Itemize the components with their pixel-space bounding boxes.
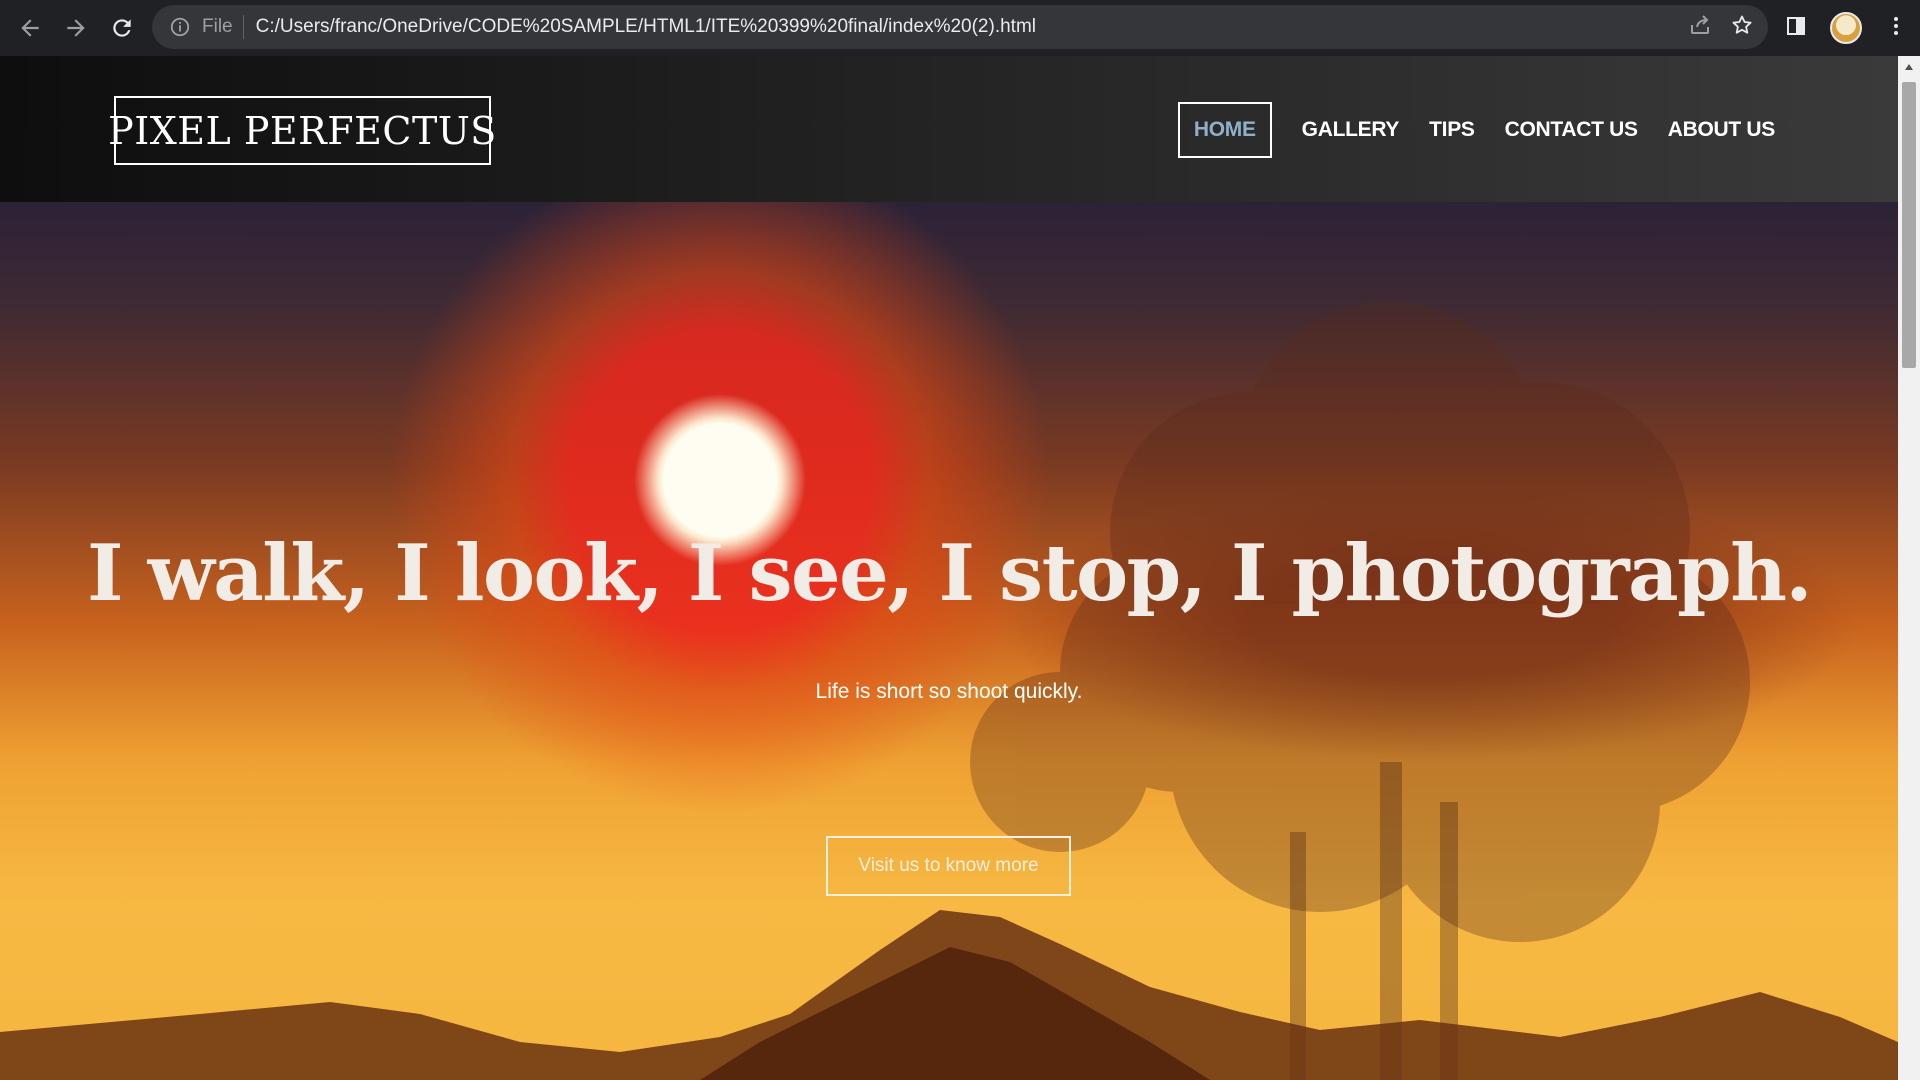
nav-gallery[interactable]: GALLERY bbox=[1287, 118, 1414, 142]
tree-silhouette bbox=[970, 302, 1750, 942]
address-bar[interactable]: File C:/Users/franc/OneDrive/CODE%20SAMP… bbox=[152, 5, 1768, 49]
hero-tagline: Life is short so shoot quickly. bbox=[815, 680, 1083, 703]
share-icon[interactable] bbox=[1688, 13, 1712, 42]
side-panel-icon[interactable] bbox=[1784, 14, 1808, 43]
page-viewport: PIXEL PERFECTUS HOME GALLERY TIPS CONTAC… bbox=[0, 56, 1898, 1080]
visit-us-button[interactable]: Visit us to know more bbox=[826, 836, 1071, 896]
hero-headline: I walk, I look, I see, I stop, I photogr… bbox=[86, 528, 1813, 619]
menu-icon[interactable] bbox=[1884, 14, 1908, 43]
scroll-thumb[interactable] bbox=[1902, 82, 1916, 368]
info-icon[interactable] bbox=[168, 15, 192, 39]
star-icon[interactable] bbox=[1730, 13, 1754, 42]
logo-text: PIXEL PERFECTUS bbox=[108, 108, 497, 153]
nav-tips[interactable]: TIPS bbox=[1414, 118, 1489, 142]
hero-background-image bbox=[0, 302, 1898, 1080]
forward-icon bbox=[67, 19, 85, 37]
browser-toolbar: File C:/Users/franc/OneDrive/CODE%20SAMP… bbox=[0, 0, 1920, 56]
site-logo[interactable]: PIXEL PERFECTUS bbox=[108, 96, 496, 165]
back-button[interactable] bbox=[8, 6, 52, 50]
nav-about-us[interactable]: ABOUT US bbox=[1653, 118, 1790, 142]
profile-avatar[interactable] bbox=[1830, 12, 1862, 44]
scheme-label: File bbox=[202, 16, 233, 37]
nav-contact-us[interactable]: CONTACT US bbox=[1490, 118, 1653, 142]
nav-home[interactable]: HOME bbox=[1177, 102, 1272, 158]
url-text[interactable]: C:/Users/franc/OneDrive/CODE%20SAMPLE/HT… bbox=[256, 16, 1036, 38]
page-scrollbar[interactable] bbox=[1898, 56, 1920, 1080]
site-header: PIXEL PERFECTUS HOME GALLERY TIPS CONTAC… bbox=[0, 56, 1898, 202]
reload-icon bbox=[113, 19, 131, 37]
main-nav: HOME GALLERY TIPS CONTACT US ABOUT US bbox=[1177, 102, 1790, 158]
reload-button[interactable] bbox=[100, 6, 144, 50]
scroll-up-icon[interactable] bbox=[1898, 56, 1920, 78]
hero-section: I walk, I look, I see, I stop, I photogr… bbox=[0, 202, 1898, 1080]
url-divider bbox=[242, 15, 244, 39]
forward-button[interactable] bbox=[54, 6, 98, 50]
browser-actions bbox=[1784, 0, 1908, 56]
back-icon bbox=[21, 19, 39, 37]
omnibox-actions bbox=[1688, 5, 1754, 49]
